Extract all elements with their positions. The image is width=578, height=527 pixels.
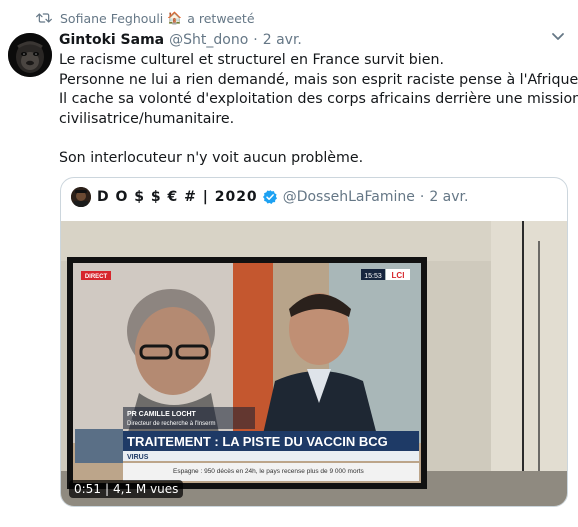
live-badge: DIRECT <box>85 274 108 280</box>
verified-badge-icon <box>262 190 277 204</box>
dot-separator: · <box>419 189 425 205</box>
tv-headline: TRAITEMENT : LA PISTE DU VACCIN BCG <box>127 434 388 449</box>
tweet-text: Le racisme culturel et structurel en Fra… <box>59 51 578 169</box>
tweet-line: Personne ne lui a rien demandé, mais son… <box>59 71 578 88</box>
quoted-tweet[interactable]: D O $ $ € # | 2020 @DossehLaFamine · 2 a… <box>60 177 568 507</box>
video-frame: DIRECT 15:53 LCI PR CAMILLE LOCHT Direct… <box>61 221 567 506</box>
video-duration: 0:51 <box>74 482 101 496</box>
tweet-header: Gintoki Sama @Sht_dono · 2 avr. <box>59 30 302 50</box>
quoted-author-avatar[interactable] <box>71 187 91 207</box>
more-options-chevron-icon[interactable] <box>550 32 566 46</box>
tweet-timestamp[interactable]: 2 avr. <box>263 32 302 48</box>
quoted-author-handle[interactable]: @DossehLaFamine <box>283 189 415 205</box>
retweet-context[interactable]: Sofiane Feghouli 🏠 a retweeté <box>36 9 255 27</box>
tv-channel-logo: LCI <box>392 271 405 280</box>
tweet-line: civilisatrice/humanitaire. <box>59 110 235 127</box>
tweet-line: Il cache sa volonté d'exploitation des c… <box>59 91 578 108</box>
house-emoji: 🏠 <box>167 11 183 25</box>
quoted-tweet-timestamp[interactable]: 2 avr. <box>429 189 468 205</box>
retweet-label: a retweeté <box>187 10 255 26</box>
video-duration-overlay: 0:51 | 4,1 M vues <box>69 480 184 498</box>
retweeter-name[interactable]: Sofiane Feghouli <box>60 11 163 26</box>
quoted-tweet-header: D O $ $ € # | 2020 @DossehLaFamine · 2 a… <box>71 187 468 207</box>
tv-ticker: Espagne : 950 décès en 24h, le pays rece… <box>173 468 365 475</box>
tweet-line: Son interlocuteur n'y voit aucun problèm… <box>59 149 364 166</box>
speaker-title: Directeur de recherche à l'Inserm <box>127 421 216 427</box>
dot-separator: · <box>253 32 258 48</box>
speaker-name: PR CAMILLE LOCHT <box>127 411 197 418</box>
author-avatar[interactable] <box>8 33 52 77</box>
tv-section: VIRUS <box>127 454 149 461</box>
separator: | <box>104 482 109 496</box>
video-player[interactable]: DIRECT 15:53 LCI PR CAMILLE LOCHT Direct… <box>61 221 567 506</box>
avatar-image <box>8 33 52 77</box>
tweet-line: Le racisme culturel et structurel en Fra… <box>59 52 444 68</box>
author-name[interactable]: Gintoki Sama <box>59 32 164 48</box>
quoted-author-name[interactable]: D O $ $ € # | 2020 <box>97 189 258 205</box>
retweet-icon <box>36 13 52 23</box>
tv-clock: 15:53 <box>364 273 382 280</box>
video-views: 4,1 M vues <box>113 482 179 496</box>
author-handle[interactable]: @Sht_dono <box>169 32 248 48</box>
